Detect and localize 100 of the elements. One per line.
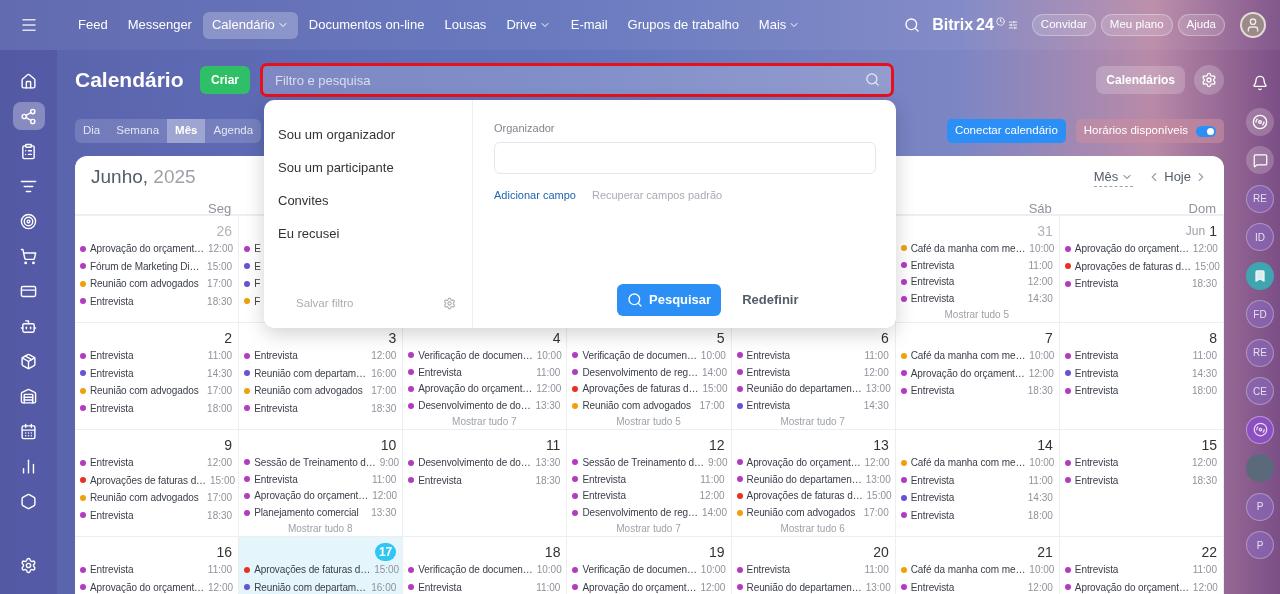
event-title[interactable]: Entrevista	[910, 291, 1024, 307]
event-title[interactable]: Entrevista	[746, 398, 860, 414]
add-field-link[interactable]: Adicionar campo	[494, 186, 576, 203]
event-title[interactable]: Entrevista	[90, 365, 204, 381]
bookmark-button[interactable]	[1246, 261, 1274, 290]
event-title[interactable]: Aprovações de faturas d…	[746, 488, 863, 504]
event-title[interactable]: Sessão de Treinamento d…	[582, 454, 704, 470]
event-title[interactable]: Verificação de documen…	[582, 347, 697, 363]
initials-avatar[interactable]: RE	[1246, 338, 1274, 367]
reset-button[interactable]: Redefinir	[742, 290, 799, 310]
event-title[interactable]: Entrevista	[1074, 365, 1188, 381]
event-title[interactable]: Entrevista	[746, 347, 861, 363]
event-title[interactable]: Planejamento comercial	[254, 505, 368, 521]
filter-preset[interactable]: Convites	[278, 184, 456, 217]
event-title[interactable]: Verificação de documen…	[582, 562, 697, 578]
event-title[interactable]: Reunião do departamen…	[746, 381, 862, 397]
nav-tab[interactable]: E-mail	[561, 11, 617, 39]
view-dropdown[interactable]: Mês	[1093, 166, 1134, 188]
sidebar-item[interactable]	[12, 102, 45, 130]
event-title[interactable]: Entrevista	[254, 348, 368, 364]
user-avatar[interactable]	[1240, 12, 1266, 38]
event-title[interactable]: Reunião com advogados	[90, 276, 204, 292]
initials-avatar[interactable]: ID	[1246, 223, 1274, 251]
organizer-field[interactable]	[494, 141, 876, 174]
event-title[interactable]: Aprovação do orçament…	[582, 579, 697, 594]
event-title[interactable]: Entrevista	[254, 400, 368, 416]
event-title[interactable]: Entrevista	[910, 383, 1024, 399]
event-title[interactable]: Aprovações de faturas d…	[90, 472, 206, 488]
event-title[interactable]: Reunião com advogados	[582, 398, 696, 414]
initials-avatar[interactable]: RE	[1246, 184, 1274, 213]
event-title[interactable]: Entrevista	[910, 579, 1024, 594]
filter-preset[interactable]: Eu recusei	[278, 217, 456, 250]
nav-tab[interactable]: Lousas	[435, 11, 496, 39]
event-title[interactable]: Entrevista	[1074, 276, 1188, 292]
initials-avatar[interactable]: CE	[1246, 377, 1274, 405]
event-title[interactable]: Entrevista	[746, 562, 861, 578]
event-title[interactable]: Reunião com departam…	[254, 579, 368, 594]
event-title[interactable]: Entrevista	[418, 579, 533, 594]
event-title[interactable]: Desenvolvimento de do…	[418, 455, 532, 471]
event-title[interactable]: Reunião do departamen…	[746, 471, 862, 487]
event-title[interactable]: Aprovações de faturas d…	[1074, 258, 1191, 274]
event-title[interactable]: Entrevista	[1074, 348, 1189, 364]
event-title[interactable]: Entrevista	[910, 472, 1025, 488]
event-title[interactable]: Café da manha com me…	[910, 455, 1026, 471]
event-title[interactable]: Entrevista	[90, 293, 204, 309]
event-title[interactable]: Desenvolvimento de do…	[418, 398, 532, 414]
initials-avatar[interactable]: P	[1246, 492, 1274, 521]
event-title[interactable]: Entrevista	[910, 257, 1025, 273]
event-title[interactable]: Aprovação do orçament…	[910, 365, 1025, 381]
event-title[interactable]: Entrevista	[90, 507, 204, 523]
event-title[interactable]: Entrevista	[1074, 472, 1188, 488]
event-title[interactable]: Reunião com advogados	[254, 383, 368, 399]
event-title[interactable]: Entrevista	[90, 348, 204, 364]
event-title[interactable]: Entrevista	[582, 471, 697, 487]
spiral-avatar[interactable]	[1246, 415, 1274, 444]
chat-button[interactable]	[1246, 146, 1274, 174]
event-title[interactable]: Café da manha com me…	[910, 240, 1026, 256]
event-title[interactable]: Entrevista	[1074, 455, 1188, 471]
event-title[interactable]: Entrevista	[90, 562, 204, 578]
event-title[interactable]: Verificação de documen…	[418, 347, 533, 363]
settings-button[interactable]	[1194, 65, 1224, 95]
event-title[interactable]: Entrevista	[418, 364, 533, 380]
event-title[interactable]: Aprovação do orçament…	[1074, 241, 1189, 257]
event-title[interactable]: Aprovações de faturas d…	[254, 562, 371, 578]
nav-tab[interactable]: Messenger	[118, 11, 201, 39]
event-title[interactable]: Entrevista	[1074, 562, 1189, 578]
event-title[interactable]: Reunião com advogados	[746, 505, 860, 521]
event-title[interactable]: Entrevista	[1074, 383, 1188, 399]
event-title[interactable]: Entrevista	[910, 490, 1024, 506]
event-title[interactable]: Reunião com advogados	[90, 490, 204, 506]
event-title[interactable]: Reunião com advogados	[90, 383, 204, 399]
event-title[interactable]: Café da manha com me…	[910, 348, 1026, 364]
filter-preset[interactable]: Sou um organizador	[278, 118, 456, 151]
filter-search-field[interactable]: Filtro e pesquisa	[260, 63, 894, 97]
filter-preset[interactable]: Sou um participante	[278, 151, 456, 184]
search-icon[interactable]	[904, 17, 921, 33]
nav-tab[interactable]: Drive	[497, 11, 560, 39]
event-title[interactable]: Entrevista	[582, 488, 696, 504]
nav-tab[interactable]: Grupos de trabalho	[618, 11, 748, 39]
event-title[interactable]: Entrevista	[90, 455, 204, 471]
initials-avatar[interactable]: P	[1246, 531, 1274, 559]
event-title[interactable]: Reunião do departamen…	[746, 579, 862, 594]
event-title[interactable]: Entrevista	[746, 364, 860, 380]
nav-tab[interactable]: Feed	[69, 11, 117, 39]
event-title[interactable]: Aprovação do orçament…	[418, 381, 533, 397]
event-title[interactable]: Desenvolvimento de reg…	[582, 364, 698, 380]
event-title[interactable]: Fórum de Marketing Di…	[90, 258, 204, 274]
event-title[interactable]: Entrevista	[254, 471, 368, 487]
event-title[interactable]: Entrevista	[910, 274, 1024, 290]
event-title[interactable]: Sessão de Treinamento d…	[254, 454, 376, 470]
event-title[interactable]: Desenvolvimento de reg…	[582, 505, 698, 521]
event-title[interactable]: Aprovação do orçament…	[1074, 579, 1189, 594]
today-button[interactable]: Hoje	[1164, 167, 1191, 187]
event-title[interactable]: Aprovação do orçament…	[90, 579, 204, 594]
spiral-button[interactable]	[1246, 107, 1274, 136]
event-title[interactable]: Aprovação do orçament…	[746, 454, 861, 470]
toggle-switch[interactable]	[1196, 125, 1216, 137]
event-title[interactable]: Entrevista	[910, 507, 1024, 523]
nav-tab[interactable]: Mais	[749, 11, 810, 39]
event-title[interactable]: Aprovações de faturas d…	[582, 381, 699, 397]
